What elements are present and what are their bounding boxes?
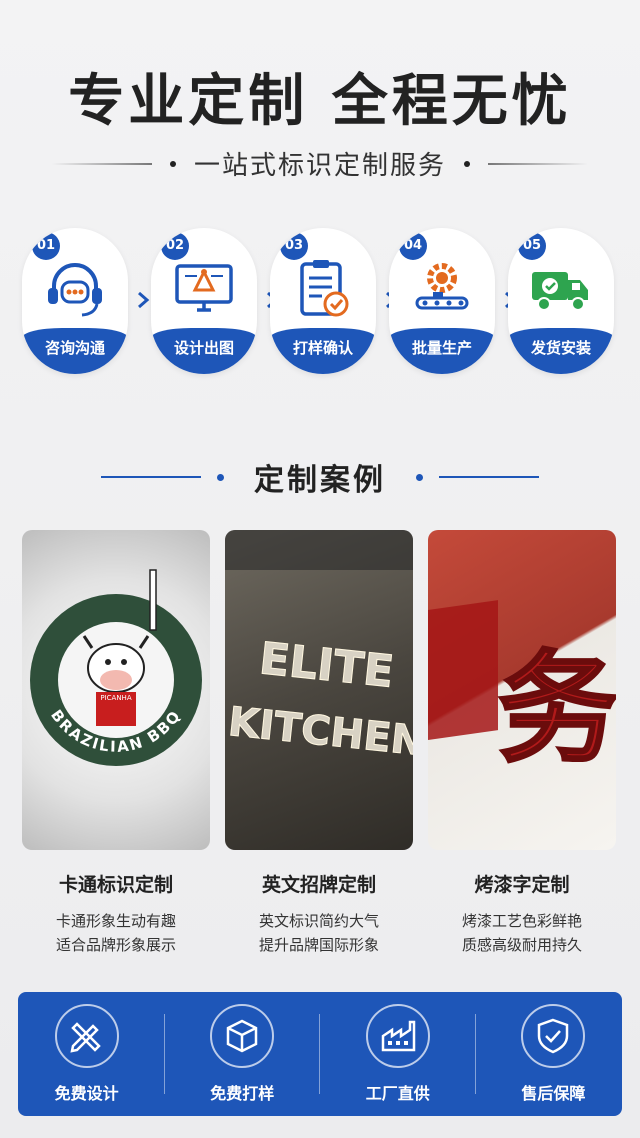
icon-circle [521,1004,586,1068]
divider-dot [416,473,423,481]
case-image-elite-kitchen: ELITE KITCHEN [225,530,413,850]
step-delivery: 05 发货安装 [508,228,614,374]
sign-line-2: KITCHEN [226,699,413,765]
gear-conveyor-icon [415,263,469,310]
step-design: 02 设计出图 [151,228,257,374]
case-desc-line: 提升品牌国际形象 [258,936,379,954]
divider [439,476,539,478]
sign-line-1: ELITE [257,633,396,698]
service-guarantees: 免费设计 免费打样 工厂直供 售后保障 [18,992,622,1116]
feature-label: 免费打样 [210,1084,275,1103]
cases-section-header: 定制案例 [0,455,640,499]
page-subtitle: 一站式标识定制服务 [0,145,640,182]
case-image-brazilian-bbq: PICANHA BRAZILIAN BBQ [22,530,210,850]
case-description: 卡通形象生动有趣 适合品牌形象展示 [22,909,210,957]
case-card-cartoon[interactable]: PICANHA BRAZILIAN BBQ 卡通标识定制 卡通形象生动有趣 适合… [22,530,210,957]
case-desc-line: 质感高级耐用持久 [461,936,582,954]
step-label: 咨询沟通 [22,328,128,374]
clipboard-check-icon [300,260,349,317]
elite-kitchen-sign-illustration: ELITE KITCHEN [225,530,413,766]
divider [488,162,588,165]
divider [475,1014,477,1094]
mascot-tag-text: PICANHA [100,694,131,702]
brazilian-bbq-sign-illustration: PICANHA BRAZILIAN BBQ [30,569,202,766]
case-desc-line: 卡通形象生动有趣 [55,912,176,930]
step-label: 批量生产 [389,328,495,374]
case-card-english[interactable]: ELITE KITCHEN 英文招牌定制 英文标识简约大气 提升品牌国际形象 [225,530,413,957]
cube-icon [226,1019,258,1053]
case-title: 卡通标识定制 [58,874,173,896]
step-production: 04 批量生产 [389,228,495,374]
divider [101,476,201,478]
feature-free-design: 免费设计 [27,1004,147,1104]
feature-factory-direct: 工厂直供 [338,1004,458,1104]
step-label: 打样确认 [270,328,376,374]
case-desc-line: 烤漆工艺色彩鲜艳 [461,912,582,930]
icon-circle [365,1004,430,1068]
divider [51,162,152,165]
step-consult: 01 咨询沟通 [22,228,128,374]
case-title: 英文招牌定制 [261,874,376,896]
divider-dot [217,473,224,481]
feature-label: 工厂直供 [365,1084,430,1103]
subtitle-text: 一站式标识定制服务 [193,151,446,181]
section-title: 定制案例 [254,463,386,498]
feature-after-sales: 售后保障 [493,1004,613,1104]
case-desc-line: 适合品牌形象展示 [55,936,176,954]
process-steps: 01 咨询沟通 02 设计出图 03 打样确认 04 批量生产 05 发货安装 [22,228,622,376]
feature-free-sample: 免费打样 [182,1004,302,1104]
case-description: 烤漆工艺色彩鲜艳 质感高级耐用持久 [428,909,616,957]
divider-dot [169,160,176,167]
page-title: 专业定制 全程无忧 [68,69,572,134]
icon-circle [210,1004,275,1068]
sign-character: 务 [498,638,616,779]
shield-check-icon [538,1018,569,1054]
case-card-paint[interactable]: 务 烤漆字定制 烤漆工艺色彩鲜艳 质感高级耐用持久 [428,530,616,957]
step-label: 设计出图 [151,328,257,374]
case-image-painted-letters: 务 [428,530,616,850]
case-description: 英文标识简约大气 提升品牌国际形象 [225,909,413,957]
feature-label: 售后保障 [521,1084,586,1103]
design-monitor-icon [175,264,233,312]
painted-letters-illustration: 务 [428,600,616,781]
case-title: 烤漆字定制 [474,874,570,896]
headset-chat-icon [48,263,102,317]
step-label: 发货安装 [508,328,614,374]
case-desc-line: 英文标识简约大气 [258,912,379,930]
delivery-truck-icon [532,272,588,311]
feature-label: 免费设计 [54,1084,119,1103]
chevron-right-icon [138,291,150,309]
divider-dot [464,160,470,167]
pencil-ruler-icon [70,1022,101,1053]
divider [163,1014,165,1094]
icon-circle [54,1004,119,1068]
step-sample: 03 打样确认 [270,228,376,374]
divider [319,1014,321,1094]
factory-icon [381,1020,416,1052]
